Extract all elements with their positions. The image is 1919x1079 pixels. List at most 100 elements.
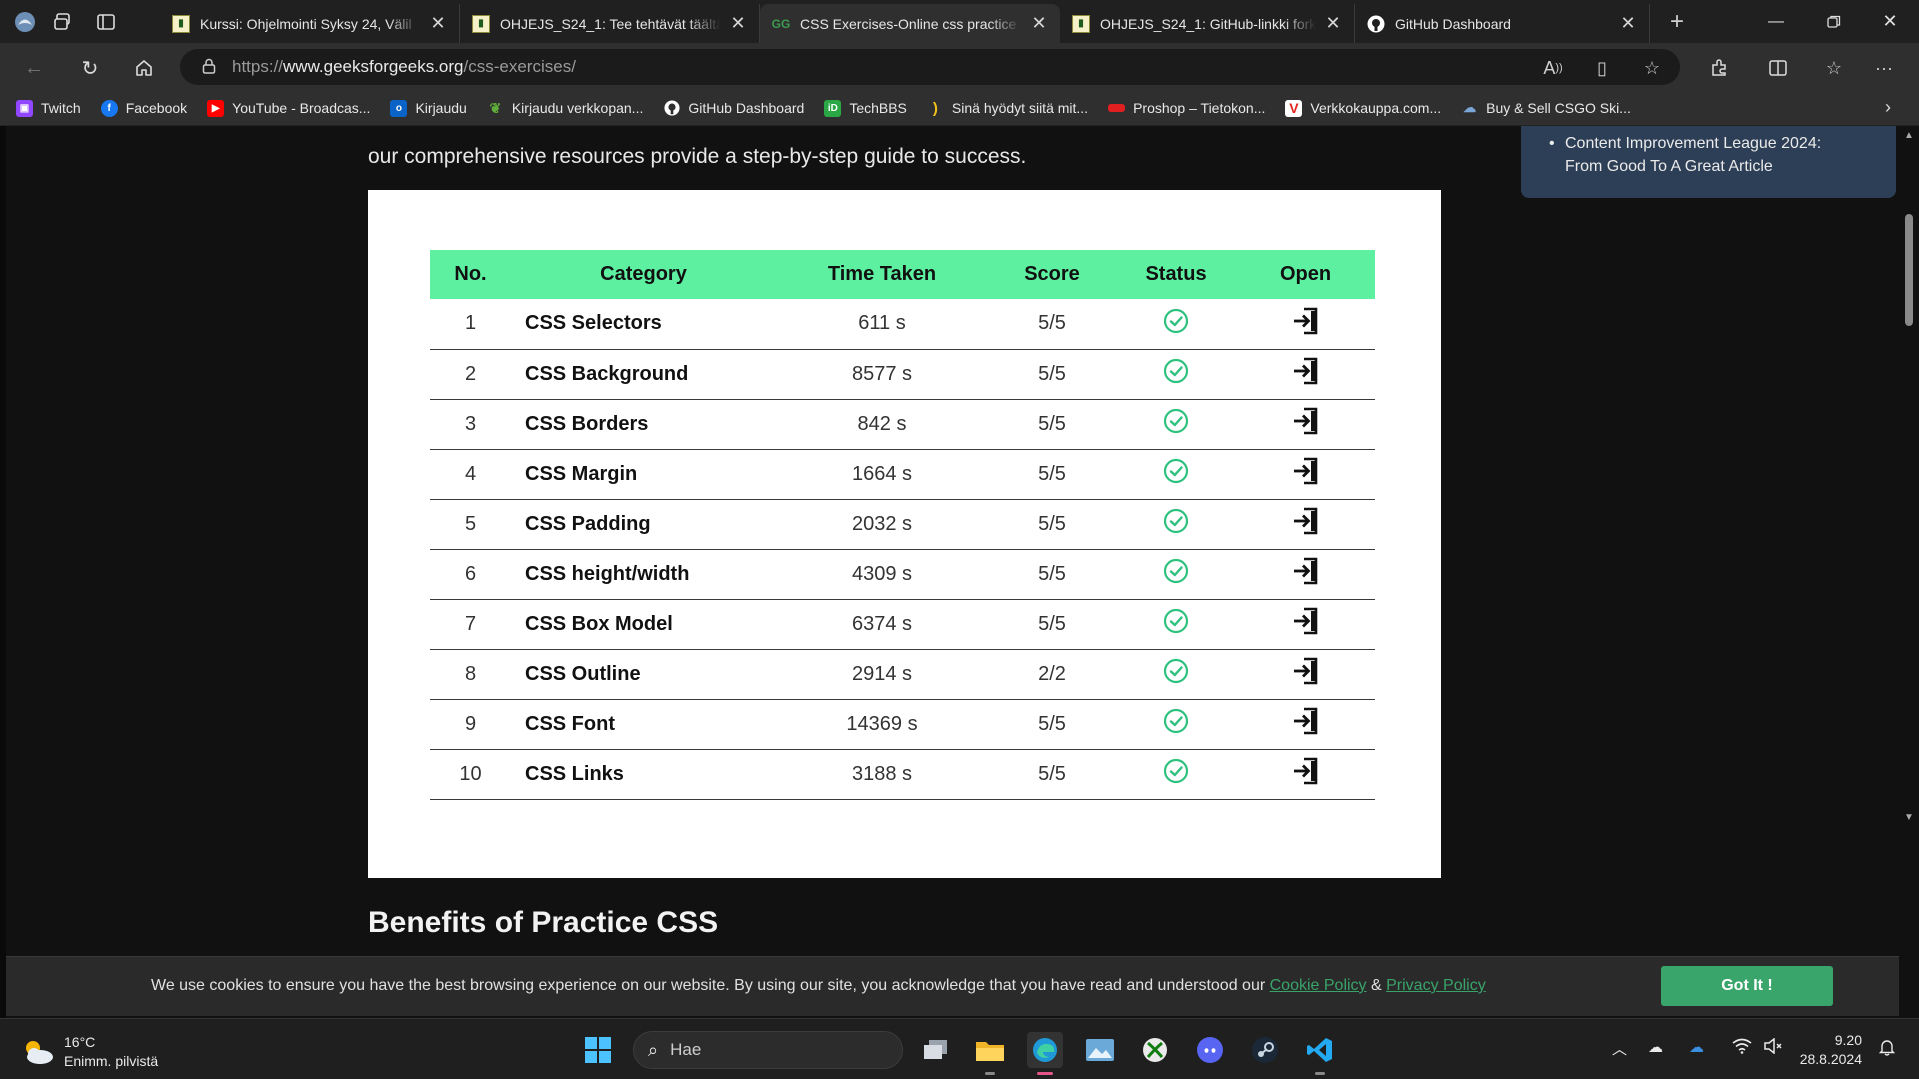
profile-icon[interactable]	[10, 7, 40, 37]
row-open[interactable]	[1236, 499, 1375, 550]
onedrive-icon[interactable]: ☁	[1648, 1038, 1663, 1056]
more-menu-icon[interactable]: ···	[1868, 52, 1900, 84]
new-tab-icon[interactable]: +	[1662, 7, 1692, 37]
scroll-down-icon[interactable]: ▼	[1903, 812, 1915, 824]
vertical-tabs-icon[interactable]	[91, 7, 121, 37]
split-screen-icon[interactable]	[1762, 52, 1794, 84]
open-exercise-icon[interactable]	[1291, 457, 1321, 491]
row-open[interactable]	[1236, 299, 1375, 350]
bookmark-kirjaudu[interactable]: o Kirjaudu	[390, 99, 467, 117]
tab-3-active[interactable]: GG CSS Exercises-Online css practice ✕	[760, 4, 1060, 43]
moodle-icon: ▮	[172, 14, 190, 33]
back-icon[interactable]: ←	[18, 52, 50, 84]
steam-icon[interactable]	[1247, 1032, 1283, 1068]
row-no: 5	[430, 499, 511, 550]
bookmark-verkkopankki[interactable]: ❦ Kirjaudu verkkopan...	[487, 100, 643, 117]
workspaces-icon[interactable]	[48, 7, 78, 37]
results-card: No. Category Time Taken Score Status Ope…	[368, 190, 1441, 878]
row-open[interactable]	[1236, 599, 1375, 650]
bookmarks-bar: ▣ Twitch f Facebook ▶ YouTube - Broadcas...…	[0, 91, 1919, 126]
favorites-icon[interactable]: ☆	[1818, 52, 1850, 84]
tab-1[interactable]: ▮ Kurssi: Ohjelmointi Syksy 24, Välil ✕	[160, 4, 460, 43]
got-it-button[interactable]: Got It !	[1661, 966, 1833, 1006]
row-score: 5/5	[988, 399, 1116, 450]
weather-widget[interactable]: 16°C Enimm. pilvistä	[20, 1033, 158, 1071]
row-score: 5/5	[988, 699, 1116, 750]
open-exercise-icon[interactable]	[1291, 357, 1321, 391]
extensions-icon[interactable]	[1703, 52, 1735, 84]
page-scrollbar[interactable]: ▲ ▼	[1899, 126, 1919, 1018]
close-icon[interactable]: ✕	[1322, 13, 1344, 35]
table-body: 1 CSS Selectors 611 s 5/5 2 CSS Background 857…	[430, 299, 1375, 800]
favorite-star-icon[interactable]: ☆	[1636, 52, 1668, 84]
bookmark-label: GitHub Dashboard	[688, 100, 805, 116]
open-exercise-icon[interactable]	[1291, 607, 1321, 641]
open-exercise-icon[interactable]	[1291, 507, 1321, 541]
photos-icon[interactable]	[1082, 1032, 1118, 1068]
notifications-icon[interactable]	[1878, 1038, 1896, 1060]
bookmark-youtube[interactable]: ▶ YouTube - Broadcas...	[207, 99, 370, 117]
edge-icon[interactable]	[1027, 1032, 1063, 1075]
bookmark-facebook[interactable]: f Facebook	[100, 99, 187, 117]
task-view-icon[interactable]	[918, 1032, 954, 1068]
bookmark-skins[interactable]: ☁ Buy & Sell CSGO Ski...	[1461, 100, 1631, 117]
row-time: 1664 s	[776, 449, 988, 500]
refresh-icon[interactable]: ↻	[74, 52, 106, 84]
row-open[interactable]	[1236, 649, 1375, 700]
open-exercise-icon[interactable]	[1291, 407, 1321, 441]
bookmark-twitch[interactable]: ▣ Twitch	[16, 99, 81, 117]
open-exercise-icon[interactable]	[1291, 707, 1321, 741]
bookmark-proshop[interactable]: Proshop – Tietokon...	[1108, 100, 1265, 116]
read-aloud-icon[interactable]: A))	[1537, 52, 1569, 84]
system-clock[interactable]: 9.20 28.8.2024	[1792, 1031, 1862, 1069]
discord-icon[interactable]	[1192, 1032, 1228, 1068]
bookmark-github[interactable]: GitHub Dashboard	[663, 100, 804, 117]
row-open[interactable]	[1236, 449, 1375, 500]
sidebar-link[interactable]: Content Improvement League 2024: From Goo…	[1549, 132, 1896, 178]
restore-icon[interactable]	[1805, 0, 1863, 43]
tab-5[interactable]: GitHub Dashboard ✕	[1355, 4, 1650, 43]
address-bar[interactable]: https://www.geeksforgeeks.org/css-exerci…	[180, 49, 1680, 85]
close-icon[interactable]: ✕	[1617, 13, 1639, 35]
scroll-thumb[interactable]	[1905, 214, 1913, 326]
row-open[interactable]	[1236, 399, 1375, 450]
home-icon[interactable]	[128, 52, 160, 84]
privacy-policy-link[interactable]: Privacy Policy	[1386, 977, 1486, 994]
row-open[interactable]	[1236, 749, 1375, 800]
vscode-icon[interactable]	[1302, 1032, 1338, 1075]
minimize-icon[interactable]: —	[1747, 0, 1805, 43]
row-open[interactable]	[1236, 349, 1375, 400]
tab-2[interactable]: ▮ OHJEJS_S24_1: Tee tehtävät täältä ✕	[460, 4, 760, 43]
bookmark-techbbs[interactable]: iD TechBBS	[824, 99, 907, 117]
scroll-up-icon[interactable]: ▲	[1903, 130, 1915, 142]
volume-muted-icon[interactable]	[1763, 1037, 1783, 1058]
file-explorer-icon[interactable]	[972, 1032, 1008, 1075]
close-window-icon[interactable]: ✕	[1861, 0, 1919, 43]
close-icon[interactable]: ✕	[427, 13, 449, 35]
row-category: CSS height/width	[511, 549, 776, 600]
start-icon[interactable]	[580, 1032, 616, 1068]
open-exercise-icon[interactable]	[1291, 307, 1321, 341]
lock-icon[interactable]	[202, 58, 218, 77]
tab-4[interactable]: ▮ OHJEJS_S24_1: GitHub-linkki fork ✕	[1060, 4, 1355, 43]
row-open[interactable]	[1236, 549, 1375, 600]
open-exercise-icon[interactable]	[1291, 657, 1321, 691]
taskbar-search[interactable]: ⌕ Hae	[633, 1031, 903, 1069]
immersive-reader-icon[interactable]: ▯	[1586, 52, 1618, 84]
row-score: 5/5	[988, 749, 1116, 800]
onedrive-blue-icon[interactable]: ☁	[1689, 1038, 1704, 1056]
bookmark-verkkokauppa[interactable]: V Verkkokauppa.com...	[1285, 99, 1441, 117]
xbox-icon[interactable]	[1137, 1032, 1173, 1068]
open-exercise-icon[interactable]	[1291, 557, 1321, 591]
url-text[interactable]: https://www.geeksforgeeks.org/css-exerci…	[232, 57, 576, 77]
cookie-policy-link[interactable]: Cookie Policy	[1270, 977, 1367, 994]
close-icon[interactable]: ✕	[727, 13, 749, 35]
chevron-right-icon[interactable]: ›	[1885, 97, 1891, 118]
open-exercise-icon[interactable]	[1291, 757, 1321, 791]
row-open[interactable]	[1236, 699, 1375, 750]
chevron-up-icon[interactable]: ︿	[1612, 1038, 1627, 1059]
close-icon[interactable]: ✕	[1028, 13, 1050, 35]
wifi-icon[interactable]	[1732, 1038, 1752, 1058]
row-status	[1116, 699, 1236, 750]
bookmark-banana[interactable]: ) Sinä hyödyt siitä mit...	[927, 100, 1088, 117]
